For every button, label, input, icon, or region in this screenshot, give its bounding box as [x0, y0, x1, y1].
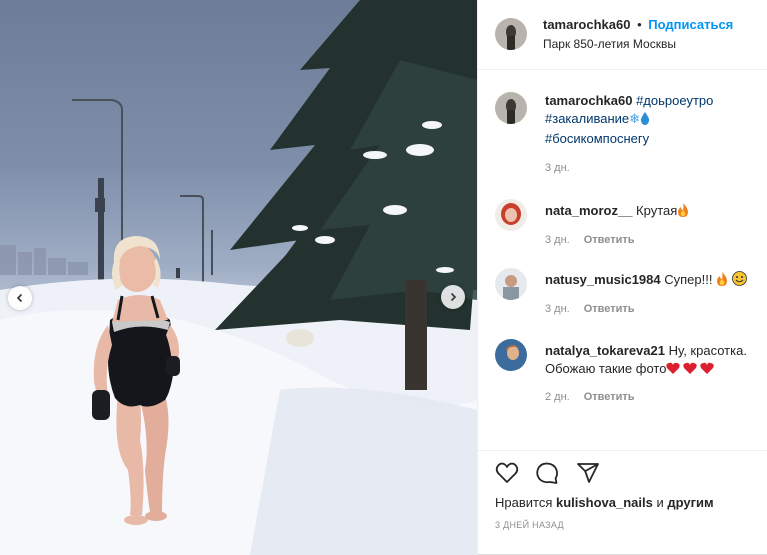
avatar-image — [495, 92, 527, 124]
smile-icon — [731, 271, 747, 291]
post-header: tamarochka60 • Подписаться Парк 850-лети… — [478, 0, 767, 70]
likes-prefix: Нравится — [495, 495, 553, 510]
post-date[interactable]: 3 ДНЕЙ НАЗАД — [495, 520, 564, 530]
comment-time[interactable]: 3 дн. — [545, 234, 570, 246]
comment-content: Крутая — [636, 203, 678, 218]
fire-icon — [716, 272, 728, 291]
likes-others-link[interactable]: другим — [667, 495, 713, 510]
caption-author[interactable]: tamarochka60 — [545, 93, 632, 108]
chevron-left-icon — [16, 293, 23, 303]
avatar-image — [495, 339, 527, 371]
previous-photo-button[interactable] — [8, 286, 32, 310]
reply-button[interactable]: Ответить — [584, 303, 635, 315]
snowflake-icon: ❄ — [629, 111, 641, 126]
comment-author[interactable]: natalya_tokareva21 — [545, 343, 665, 358]
comment-icon[interactable] — [535, 461, 559, 485]
separator-dot: • — [637, 17, 642, 32]
post-dialog: tamarochka60 • Подписаться Парк 850-лети… — [0, 0, 767, 555]
reply-button[interactable]: Ответить — [584, 234, 635, 246]
avatar-image — [495, 18, 527, 50]
comment-time[interactable]: 2 дн. — [545, 391, 570, 403]
reply-button[interactable]: Ответить — [584, 391, 635, 403]
likes-and: и — [656, 495, 664, 510]
caption-text: tamarochka60 #доьроеутро #закаливание❄ #… — [545, 92, 760, 148]
chevron-right-icon — [450, 292, 457, 302]
caption-time[interactable]: 3 дн. — [545, 162, 570, 174]
likes-summary: Нравится kulishova_nails и другим — [495, 495, 714, 510]
follow-button[interactable]: Подписаться — [648, 17, 733, 32]
hashtag-link[interactable]: #босикомпоснегу — [545, 131, 649, 146]
header-line: tamarochka60 • Подписаться — [543, 17, 733, 32]
comment-author[interactable]: natusy_music1984 — [545, 272, 661, 287]
comment-text: natalya_tokareva21 Ну, красотка. Обожаю … — [545, 342, 760, 380]
fire-icon — [677, 203, 689, 222]
comment-content: Супер!!! — [664, 272, 713, 287]
commenter-avatar[interactable] — [495, 268, 527, 300]
comment-meta: 3 дн. Ответить — [545, 303, 635, 315]
caption-avatar[interactable] — [495, 92, 527, 124]
photo-scene — [0, 0, 477, 555]
author-avatar[interactable] — [495, 18, 527, 50]
heart-icon[interactable] — [495, 461, 519, 485]
commenter-avatar[interactable] — [495, 199, 527, 231]
comment-text: nata_moroz__ Крутая — [545, 202, 760, 222]
avatar-image — [495, 199, 527, 231]
comment-text: natusy_music1984 Супер!!! — [545, 271, 760, 291]
share-icon[interactable] — [576, 461, 600, 485]
post-photo[interactable] — [0, 0, 477, 555]
author-username[interactable]: tamarochka60 — [543, 17, 630, 32]
comment-time[interactable]: 3 дн. — [545, 303, 570, 315]
post-actions: Нравится kulishova_nails и другим 3 ДНЕЙ… — [478, 450, 767, 555]
next-photo-button[interactable] — [441, 285, 465, 309]
hashtag-link[interactable]: #доьроеутро — [636, 93, 713, 108]
commenter-avatar[interactable] — [495, 339, 527, 371]
liker-username[interactable]: kulishova_nails — [556, 495, 653, 510]
avatar-image — [495, 268, 527, 300]
comment-meta: 3 дн. Ответить — [545, 234, 635, 246]
heart-emoji-icon — [666, 362, 716, 380]
hashtag-link[interactable]: #закаливание — [545, 111, 629, 126]
caption-meta: 3 дн. — [545, 162, 570, 174]
post-location[interactable]: Парк 850-летия Москвы — [543, 37, 676, 51]
post-side-panel: tamarochka60 • Подписаться Парк 850-лети… — [477, 0, 767, 555]
comment-author[interactable]: nata_moroz__ — [545, 203, 632, 218]
comment-meta: 2 дн. Ответить — [545, 391, 635, 403]
droplet-icon — [640, 112, 650, 130]
